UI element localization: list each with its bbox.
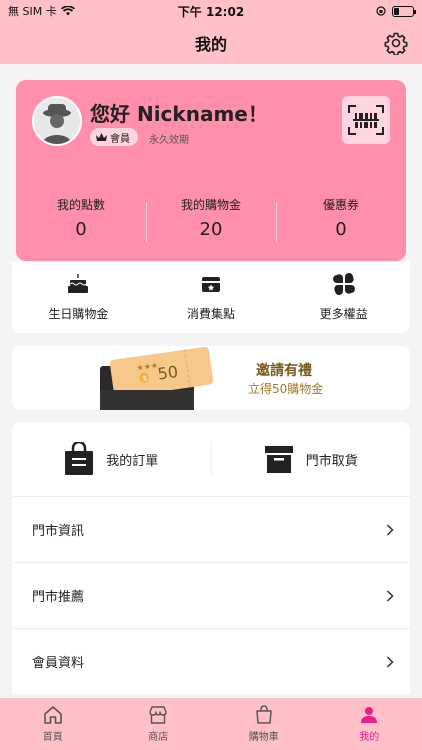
menu-list: 門市資訊 門市推薦 會員資料 [12,496,410,694]
order-label: 我的訂單 [106,453,159,469]
benefit-label: 更多權益 [319,307,368,321]
store-pickup-box-icon [264,446,293,473]
menu-item-store-recommend[interactable]: 門市推薦 [12,562,410,628]
store-pickup-button[interactable]: 門市取貨 [212,444,411,474]
chevron-right-icon [386,589,394,602]
stamp-card-icon [202,277,220,292]
stat-points[interactable]: 我的點數 0 [16,196,146,240]
shopping-bag-icon [65,442,94,475]
stat-label: 優惠券 [322,198,359,212]
avatar[interactable] [32,96,82,146]
stat-coupons[interactable]: 優惠券 0 [276,196,406,242]
stat-label: 我的購物金 [180,198,241,212]
tab-cart[interactable]: 購物車 [211,698,317,750]
stat-shopping-credit[interactable]: 我的購物金 20 [146,196,276,242]
nav-bar: 我的 [0,22,422,64]
invite-title: 邀請有禮 [256,363,312,379]
status-time: 下午 12:02 [177,4,245,19]
tab-label: 購物車 [248,732,279,743]
tab-label: 首頁 [42,732,63,743]
greeting-text: 您好 Nickname！ [90,102,268,126]
person-icon [361,707,378,723]
home-icon [43,706,62,724]
settings-gear-icon[interactable] [384,31,408,55]
page-title: 我的 [194,35,227,54]
member-badge-label: 會員 [110,133,130,145]
stat-value: 0 [75,219,87,240]
my-orders-button[interactable]: 我的訂單 [12,442,211,476]
benefit-stamp-points[interactable]: 消費集點 [145,261,278,333]
benefits-row: 生日購物金 消費集點 更多權益 [12,261,410,333]
invite-coupon-illustration: $ ★★★ 50 [100,346,214,410]
menu-label: 門市資訊 [32,524,85,539]
benefit-label: 消費集點 [187,307,236,321]
tab-bar: 首頁 商店 購物車 我的 [0,698,422,750]
chevron-right-icon [386,523,394,536]
cake-icon [68,274,89,293]
orientation-lock-icon [376,6,386,16]
menu-label: 門市推薦 [32,590,85,605]
benefit-more[interactable]: 更多權益 [277,261,410,333]
member-barcode-button[interactable] [342,96,390,144]
status-bar: 無 SIM 卡 下午 12:02 [0,0,422,22]
benefit-birthday-credit[interactable]: 生日購物金 [12,261,145,333]
tab-home[interactable]: 首頁 [0,698,106,750]
crown-icon [96,132,107,141]
stat-value: 0 [335,219,347,240]
stat-value: 20 [199,219,223,240]
membership-validity: 永久效期 [149,135,189,146]
invite-subtitle: 立得50購物金 [248,382,324,396]
barcode-scan-icon [348,105,384,135]
clover-grid-icon [332,273,355,295]
tab-label: 商店 [148,732,169,743]
orders-card: 我的訂單 門市取貨 [12,422,410,496]
menu-label: 會員資料 [32,656,85,671]
tab-shop[interactable]: 商店 [106,698,212,750]
cart-bag-icon [256,705,272,724]
member-stats: 我的點數 0 我的購物金 20 優惠券 0 [16,196,406,242]
menu-item-member-profile[interactable]: 會員資料 [12,628,410,694]
member-card: 您好 Nickname！ 會員 永久效期 我的點數 0 我的購物金 20 優惠券… [16,80,406,261]
member-level-badge: 會員 [90,128,138,146]
invite-banner[interactable]: $ ★★★ 50 邀請有禮 立得50購物金 [12,346,410,410]
chevron-right-icon [386,655,394,668]
shop-icon [149,706,167,724]
stat-label: 我的點數 [56,198,105,212]
coupon-value: 50 [156,362,179,384]
order-label: 門市取貨 [305,453,358,469]
user-avatar-icon [34,98,80,144]
battery-icon [392,5,416,17]
status-right [376,5,416,17]
tab-profile[interactable]: 我的 [317,698,422,750]
benefit-label: 生日購物金 [48,307,109,321]
menu-item-store-info[interactable]: 門市資訊 [12,496,410,562]
tab-label: 我的 [359,732,380,743]
